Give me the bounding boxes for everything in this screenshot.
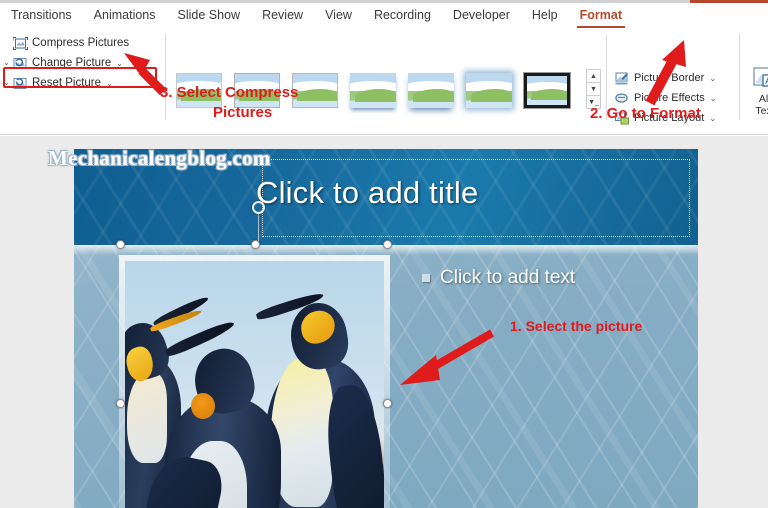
reset-picture-button[interactable]: ⌄ Reset Picture ⌄ (0, 73, 163, 93)
picture-style-thumb-5[interactable] (402, 69, 460, 112)
rotation-handle[interactable] (252, 201, 265, 214)
chevron-down-icon-picture-border[interactable]: ⌄ (709, 74, 716, 83)
reset-picture-label: Reset Picture (32, 77, 102, 89)
gallery-scroll-up-button[interactable]: ▲ (586, 69, 601, 83)
compress-pictures-label: Compress Pictures (32, 37, 130, 49)
watermark: Mechanicalengblog.com (48, 146, 271, 170)
penguins-picture[interactable] (119, 255, 390, 508)
annotation-step-2: 2. Go to Format (590, 105, 701, 122)
title-placeholder-text[interactable]: Click to add title (256, 175, 478, 211)
ribbon-top-divider (0, 0, 768, 3)
tab-developer[interactable]: Developer (442, 0, 521, 30)
annotation-step-3-line2: Pictures (213, 104, 273, 121)
gallery-scroll-down-button[interactable]: ▼ (586, 82, 601, 96)
alt-text-button-label-line1: Alt (758, 93, 768, 105)
annotation-step-1: 1. Select the picture (510, 318, 643, 334)
change-picture-icon (11, 55, 29, 71)
picture-border-button[interactable]: Picture Border ⌄ (611, 68, 736, 88)
compress-pictures-button[interactable]: Compress Pictures (0, 33, 163, 53)
picture-border-label: Picture Border (634, 72, 705, 84)
handle-top-left[interactable] (116, 240, 125, 249)
tab-help[interactable]: Help (521, 0, 569, 30)
group-divider-3 (739, 34, 740, 120)
handle-top-center[interactable] (251, 240, 260, 249)
tab-animations[interactable]: Animations (83, 0, 167, 30)
picture-style-thumb-6[interactable] (460, 69, 518, 112)
chevron-down-icon-left-1[interactable]: ⌄ (2, 53, 11, 73)
bullet-icon (422, 274, 430, 282)
alt-text-icon: A (752, 66, 768, 93)
change-picture-button[interactable]: ⌄ Change Picture ⌄ (0, 53, 163, 73)
chevron-down-icon-picture-layout[interactable]: ⌄ (709, 114, 716, 123)
alt-text-button[interactable]: A Alt Text (745, 66, 768, 117)
powerpoint-window: Transitions Animations Slide Show Review… (0, 0, 768, 508)
picture-effects-label: Picture Effects (634, 92, 705, 104)
picture-border-icon (613, 70, 631, 86)
handle-middle-left[interactable] (116, 399, 125, 408)
slide-workspace: Click to add title Click to add text (0, 136, 768, 508)
ribbon-tabbar: Transitions Animations Slide Show Review… (0, 0, 768, 30)
handle-top-right[interactable] (383, 240, 392, 249)
handle-middle-right[interactable] (383, 399, 392, 408)
picture-style-thumb-7-selected[interactable] (518, 69, 576, 112)
chevron-down-icon-reset-picture[interactable]: ⌄ (106, 79, 113, 88)
tab-transitions[interactable]: Transitions (0, 0, 83, 30)
chevron-down-icon-left-2[interactable]: ⌄ (2, 73, 11, 93)
chevron-down-icon-change-picture[interactable]: ⌄ (116, 59, 123, 68)
gallery-scroll-buttons[interactable]: ▲ ▼ ▼_ (586, 69, 601, 109)
reset-picture-icon (11, 75, 29, 91)
compress-pictures-icon (11, 35, 29, 51)
picture-effects-icon (613, 90, 631, 106)
tab-slide-show[interactable]: Slide Show (167, 0, 252, 30)
adjust-group: Compress Pictures ⌄ Change Picture ⌄ ⌄ R… (0, 33, 163, 93)
penguins-image (125, 261, 384, 508)
annotation-step-3-line1: 3. Select Compress (160, 84, 299, 101)
change-picture-label: Change Picture (32, 57, 112, 69)
body-placeholder-label: Click to add text (440, 267, 576, 288)
tab-review[interactable]: Review (251, 0, 314, 30)
body-placeholder-text[interactable]: Click to add text (422, 267, 575, 289)
group-divider-1 (165, 34, 166, 120)
tab-recording[interactable]: Recording (363, 0, 442, 30)
picture-style-thumb-4[interactable] (344, 69, 402, 112)
tab-format[interactable]: Format (569, 0, 633, 30)
ribbon-top-accent (690, 0, 768, 3)
tab-view[interactable]: View (314, 0, 363, 30)
chevron-down-icon-picture-effects[interactable]: ⌄ (710, 94, 717, 103)
alt-text-button-label-line2: Text (755, 105, 768, 117)
